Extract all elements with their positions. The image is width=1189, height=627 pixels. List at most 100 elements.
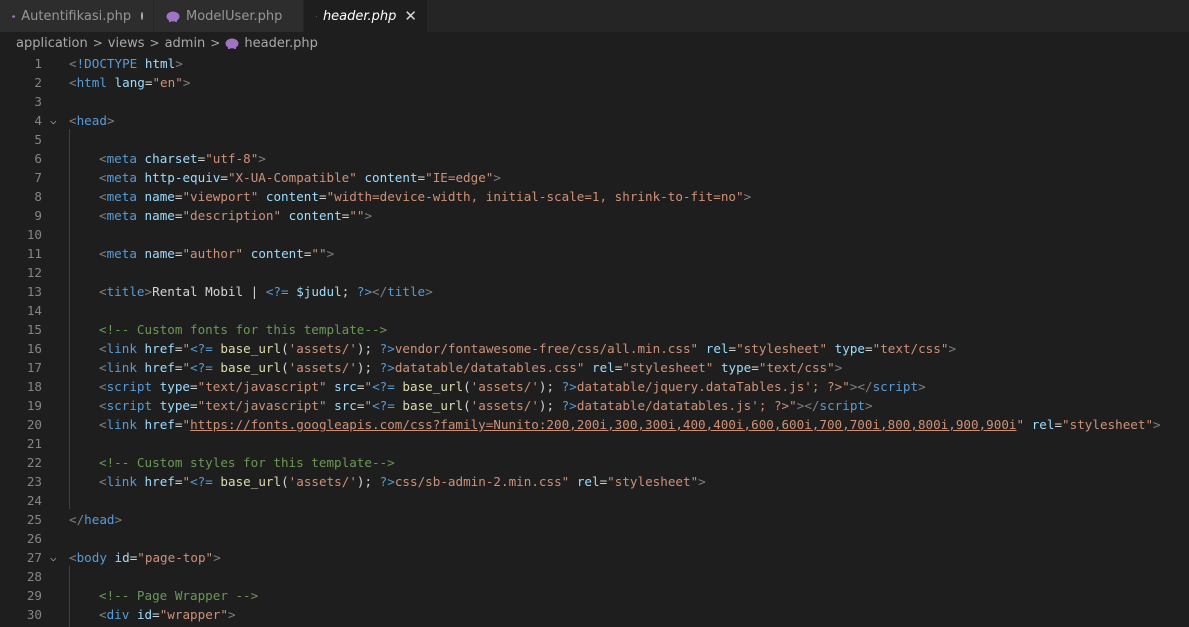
code-token: "width=device-width, initial-scale=1, sh… — [326, 189, 744, 204]
php-elephant-icon — [12, 14, 16, 18]
code-token: datatable/datatables.css" — [394, 360, 585, 375]
code-token: " — [182, 341, 191, 356]
code-line[interactable]: 21 — [0, 434, 1189, 453]
code-token: script — [819, 398, 865, 413]
code-token: < — [99, 284, 107, 299]
code-line[interactable]: 2 <html lang="en"> — [0, 73, 1189, 92]
code-token: id — [114, 550, 130, 565]
code-line[interactable]: 9 <meta name="description" content=""> — [0, 206, 1189, 225]
code-line[interactable]: 23 <link href="<?= base_url('assets/'); ?… — [0, 472, 1189, 491]
tab-header[interactable]: header.php ✕ — [304, 0, 428, 32]
code-token: "" — [349, 208, 365, 223]
php-elephant-icon — [166, 11, 180, 22]
code-content: <meta http-equiv="X-UA-Compatible" conte… — [99, 168, 501, 187]
breadcrumb-admin[interactable]: admin — [165, 36, 206, 51]
code-token: "X-UA-Compatible" — [227, 170, 357, 185]
code-line[interactable]: 19 <script type="text/javascript" src="<?… — [0, 396, 1189, 415]
code-token: href — [144, 360, 175, 375]
code-content: <script type="text/javascript" src="<?= … — [99, 396, 873, 415]
code-line[interactable]: 24 — [0, 491, 1189, 510]
code-line[interactable]: 17 <link href = "<?= base_url('assets/'); ?… — [0, 358, 1189, 377]
code-token: $judul — [296, 284, 342, 299]
code-line[interactable]: 28 — [0, 567, 1189, 586]
code-line[interactable]: 4 ⌵ <head> — [0, 111, 1189, 130]
code-token: "IE=edge" — [425, 170, 494, 185]
code-line[interactable]: 11 <meta name="author" content=""> — [0, 244, 1189, 263]
code-line[interactable]: 27 ⌵ <body id="page-top"> — [0, 548, 1189, 567]
chevron-down-icon[interactable]: ⌵ — [50, 548, 57, 567]
tab-label: Autentifikasi.php — [21, 8, 132, 24]
code-line[interactable]: 5 — [0, 130, 1189, 149]
code-token: http-equiv — [144, 170, 221, 185]
code-line[interactable]: 1 <!DOCTYPE html> — [0, 54, 1189, 73]
code-token: > — [106, 113, 115, 128]
code-token: < — [69, 550, 77, 565]
code-line[interactable]: 20 <link href = "https://fonts.googleapis.c… — [0, 415, 1189, 434]
code-token: base_url — [402, 398, 464, 413]
code-line[interactable]: 29 <!-- Page Wrapper --> — [0, 586, 1189, 605]
breadcrumb: application > views > admin > header.php — [16, 33, 318, 53]
line-number: 27 — [26, 550, 42, 565]
chevron-down-icon[interactable]: ⌵ — [50, 111, 57, 130]
tab-label: ModelUser.php — [186, 8, 283, 24]
code-token: </ — [372, 284, 388, 299]
tab-autentifikasi[interactable]: Autentifikasi.php — [0, 0, 154, 32]
code-token: > — [175, 56, 183, 71]
unsaved-dot-icon[interactable] — [141, 12, 143, 20]
code-token: > — [364, 208, 373, 223]
line-number: 5 — [34, 132, 42, 147]
code-token: "text/javascript" — [197, 398, 327, 413]
line-number: 30 — [26, 607, 42, 622]
line-number: 8 — [34, 189, 42, 204]
code-line[interactable]: 25 </head> — [0, 510, 1189, 529]
line-number: 21 — [26, 436, 42, 451]
code-line[interactable]: 6 <meta charset="utf-8"> — [0, 149, 1189, 168]
close-icon[interactable]: ✕ — [404, 8, 417, 24]
code-token: "" — [311, 246, 327, 261]
code-token: > — [1153, 417, 1161, 432]
code-line[interactable]: 16 <link href = "<?= base_url('assets/'); ?… — [0, 339, 1189, 358]
code-token: script — [106, 398, 153, 413]
code-token: "text/css" — [872, 341, 949, 356]
tab-modeluser[interactable]: ModelUser.php — [154, 0, 304, 32]
code-content: <!-- Custom fonts for this template--> — [99, 320, 387, 339]
code-token: " — [1016, 417, 1025, 432]
editor-tab-bar: Autentifikasi.php ModelUser.php header.p… — [0, 0, 1189, 32]
code-line[interactable]: 8 <meta name="viewport" content="width=de… — [0, 187, 1189, 206]
code-line[interactable]: 30 <div id="wrapper"> — [0, 605, 1189, 624]
code-token: "stylesheet" — [622, 360, 714, 375]
code-line[interactable]: 14 — [0, 301, 1189, 320]
code-line[interactable]: 26 — [0, 529, 1189, 548]
code-token: link — [106, 341, 137, 356]
code-token: head — [76, 113, 107, 128]
code-line[interactable]: 13 <title>Rental Mobil | <?= $judul; ?></… — [0, 282, 1189, 301]
code-token: > — [918, 379, 926, 394]
code-line[interactable]: 10 — [0, 225, 1189, 244]
code-line[interactable]: 22 <!-- Custom styles for this template--… — [0, 453, 1189, 472]
code-line[interactable]: 7 <meta http-equiv="X-UA-Compatible" cont… — [0, 168, 1189, 187]
code-line[interactable]: 18 <script type="text/javascript" src="<?… — [0, 377, 1189, 396]
code-token: </ — [69, 512, 85, 527]
code-editor[interactable]: 1 <!DOCTYPE html> 2 <html lang="en"> 3 4 ⌵ <hea… — [0, 53, 1189, 627]
code-token: <!-- Page Wrapper --> — [99, 588, 259, 603]
breadcrumb-views[interactable]: views — [108, 36, 145, 51]
code-line[interactable]: 12 — [0, 263, 1189, 282]
line-number: 22 — [26, 455, 42, 470]
code-content: </head> — [69, 510, 122, 529]
breadcrumb-file[interactable]: header.php — [244, 36, 317, 51]
code-line[interactable]: 15 <!-- Custom fonts for this template--> — [0, 320, 1189, 339]
breadcrumb-application[interactable]: application — [16, 36, 88, 51]
code-line[interactable]: 3 — [0, 92, 1189, 111]
code-token: rel — [592, 360, 615, 375]
breadcrumb-separator: > — [210, 36, 221, 50]
